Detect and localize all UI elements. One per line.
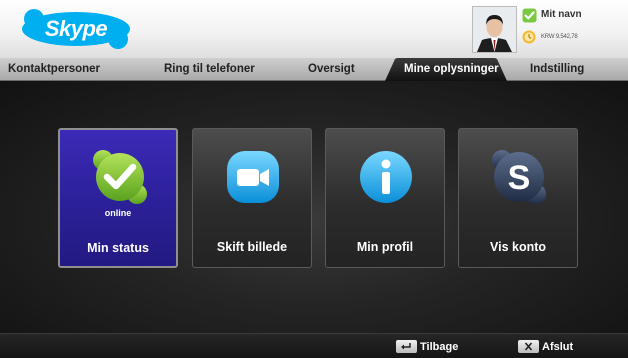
tile-label: Vis konto [489, 240, 547, 254]
avatar[interactable] [472, 6, 517, 53]
main-panel: online Min status Skift billede Min prof… [0, 81, 628, 333]
tile-skift-billede[interactable]: Skift billede [192, 128, 312, 268]
svg-text:S: S [508, 159, 531, 197]
exit-label[interactable]: Afslut [542, 341, 573, 353]
skype-tv-app: Skype Mit navn KRW 9.542,78 Kontaktperso… [0, 0, 628, 358]
footer-bar: Tilbage Afslut [0, 333, 628, 358]
clock-coin-icon [522, 30, 536, 44]
status-online-text: online [104, 208, 132, 218]
tile-label: Skift billede [216, 240, 288, 254]
tile-min-status[interactable]: online Min status [58, 128, 178, 268]
exit-key-icon[interactable] [518, 340, 539, 353]
user-name: Mit navn [541, 9, 582, 20]
tile-min-profil[interactable]: Min profil [325, 128, 445, 268]
tab-mine-oplysninger[interactable]: Mine oplysninger [404, 58, 499, 80]
tab-bar: Kontaktpersoner Ring til telefoner Overs… [0, 58, 628, 81]
header-bar: Skype Mit navn KRW 9.542,78 [0, 0, 628, 58]
tile-label: Min profil [356, 240, 414, 254]
credit-balance: KRW 9.542,78 [541, 34, 578, 40]
tile-vis-konto[interactable]: S Vis konto [458, 128, 578, 268]
tab-kontaktpersoner[interactable]: Kontaktpersoner [8, 58, 100, 80]
info-icon [360, 151, 412, 203]
tab-indstilling[interactable]: Indstilling [530, 58, 584, 80]
skype-logo: Skype [22, 9, 130, 49]
online-status-icon [93, 150, 147, 204]
avatar-image [473, 7, 516, 52]
skype-s-icon: S [492, 150, 546, 204]
tile-label: Min status [87, 241, 149, 255]
video-camera-icon [227, 151, 279, 203]
tab-oversigt[interactable]: Oversigt [308, 58, 355, 80]
return-arrow-icon [401, 343, 411, 350]
back-label[interactable]: Tilbage [420, 341, 458, 353]
close-icon [524, 342, 533, 351]
back-key-icon[interactable] [396, 340, 417, 353]
check-icon [522, 8, 537, 23]
svg-text:Skype: Skype [45, 16, 108, 41]
tab-ring-til-telefoner[interactable]: Ring til telefoner [164, 58, 255, 80]
